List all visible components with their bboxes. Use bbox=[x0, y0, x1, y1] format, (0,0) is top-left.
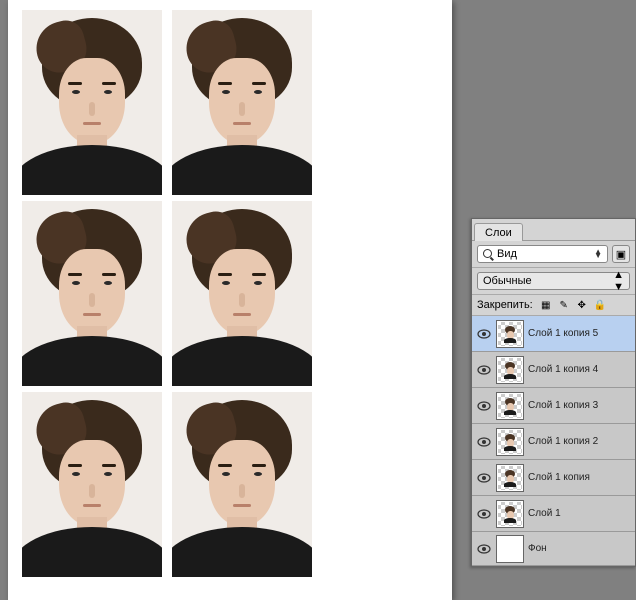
lock-label: Закрепить: bbox=[477, 299, 533, 311]
photo-grid bbox=[8, 0, 452, 587]
layer-name-label[interactable]: Слой 1 копия 2 bbox=[528, 436, 631, 447]
visibility-toggle[interactable] bbox=[476, 362, 492, 378]
tab-layers[interactable]: Слои bbox=[474, 223, 523, 241]
layer-name-label[interactable]: Слой 1 копия bbox=[528, 472, 631, 483]
layer-thumbnail[interactable] bbox=[496, 535, 524, 563]
passport-photo[interactable] bbox=[22, 10, 162, 195]
layer-name-label[interactable]: Фон bbox=[528, 543, 631, 554]
passport-photo[interactable] bbox=[172, 392, 312, 577]
visibility-toggle[interactable] bbox=[476, 541, 492, 557]
blend-mode-label: Обычные bbox=[483, 275, 532, 287]
layer-row[interactable]: Слой 1 копия bbox=[472, 460, 635, 496]
blend-mode-row: Обычные ▲▼ bbox=[472, 268, 635, 295]
image-icon: ▣ bbox=[616, 248, 626, 261]
panel-tabbar: Слои bbox=[472, 219, 635, 241]
layers-list: Слой 1 копия 5 Слой 1 копия 4 Слой 1 копия… bbox=[472, 316, 635, 566]
passport-photo[interactable] bbox=[22, 392, 162, 577]
layer-thumbnail[interactable] bbox=[496, 500, 524, 528]
visibility-toggle[interactable] bbox=[476, 326, 492, 342]
layer-row[interactable]: Фон bbox=[472, 532, 635, 566]
passport-photo[interactable] bbox=[172, 201, 312, 386]
filter-type-image-button[interactable]: ▣ bbox=[612, 245, 630, 263]
layer-name-label[interactable]: Слой 1 копия 5 bbox=[528, 328, 631, 339]
lock-position-icon[interactable]: ✥ bbox=[575, 298, 589, 312]
visibility-toggle[interactable] bbox=[476, 470, 492, 486]
layer-name-label[interactable]: Слой 1 копия 3 bbox=[528, 400, 631, 411]
layer-row[interactable]: Слой 1 копия 2 bbox=[472, 424, 635, 460]
layers-panel: Слои Вид ▲▼ ▣ Обычные ▲▼ Закрепить: ▦ ✎ … bbox=[471, 218, 636, 567]
document-canvas[interactable] bbox=[8, 0, 452, 600]
visibility-toggle[interactable] bbox=[476, 506, 492, 522]
lock-row: Закрепить: ▦ ✎ ✥ 🔒 bbox=[472, 295, 635, 316]
layer-filter-row: Вид ▲▼ ▣ bbox=[472, 241, 635, 268]
layer-row[interactable]: Слой 1 копия 4 bbox=[472, 352, 635, 388]
filter-label: Вид bbox=[497, 248, 517, 260]
blend-mode-select[interactable]: Обычные ▲▼ bbox=[477, 272, 630, 290]
layer-thumbnail[interactable] bbox=[496, 428, 524, 456]
layer-thumbnail[interactable] bbox=[496, 356, 524, 384]
passport-photo[interactable] bbox=[172, 10, 312, 195]
layer-name-label[interactable]: Слой 1 bbox=[528, 508, 631, 519]
layer-name-label[interactable]: Слой 1 копия 4 bbox=[528, 364, 631, 375]
lock-pixels-icon[interactable]: ✎ bbox=[557, 298, 571, 312]
visibility-toggle[interactable] bbox=[476, 434, 492, 450]
search-icon bbox=[483, 249, 493, 259]
canvas-work-area bbox=[0, 0, 460, 600]
lock-transparency-icon[interactable]: ▦ bbox=[539, 298, 553, 312]
layer-thumbnail[interactable] bbox=[496, 464, 524, 492]
layer-thumbnail[interactable] bbox=[496, 392, 524, 420]
chevron-updown-icon: ▲▼ bbox=[613, 269, 624, 293]
layer-thumbnail[interactable] bbox=[496, 320, 524, 348]
layer-row[interactable]: Слой 1 bbox=[472, 496, 635, 532]
visibility-toggle[interactable] bbox=[476, 398, 492, 414]
passport-photo[interactable] bbox=[22, 201, 162, 386]
layer-filter-select[interactable]: Вид ▲▼ bbox=[477, 245, 608, 263]
layer-row[interactable]: Слой 1 копия 5 bbox=[472, 316, 635, 352]
lock-all-icon[interactable]: 🔒 bbox=[593, 298, 607, 312]
chevron-updown-icon: ▲▼ bbox=[594, 250, 602, 258]
layer-row[interactable]: Слой 1 копия 3 bbox=[472, 388, 635, 424]
